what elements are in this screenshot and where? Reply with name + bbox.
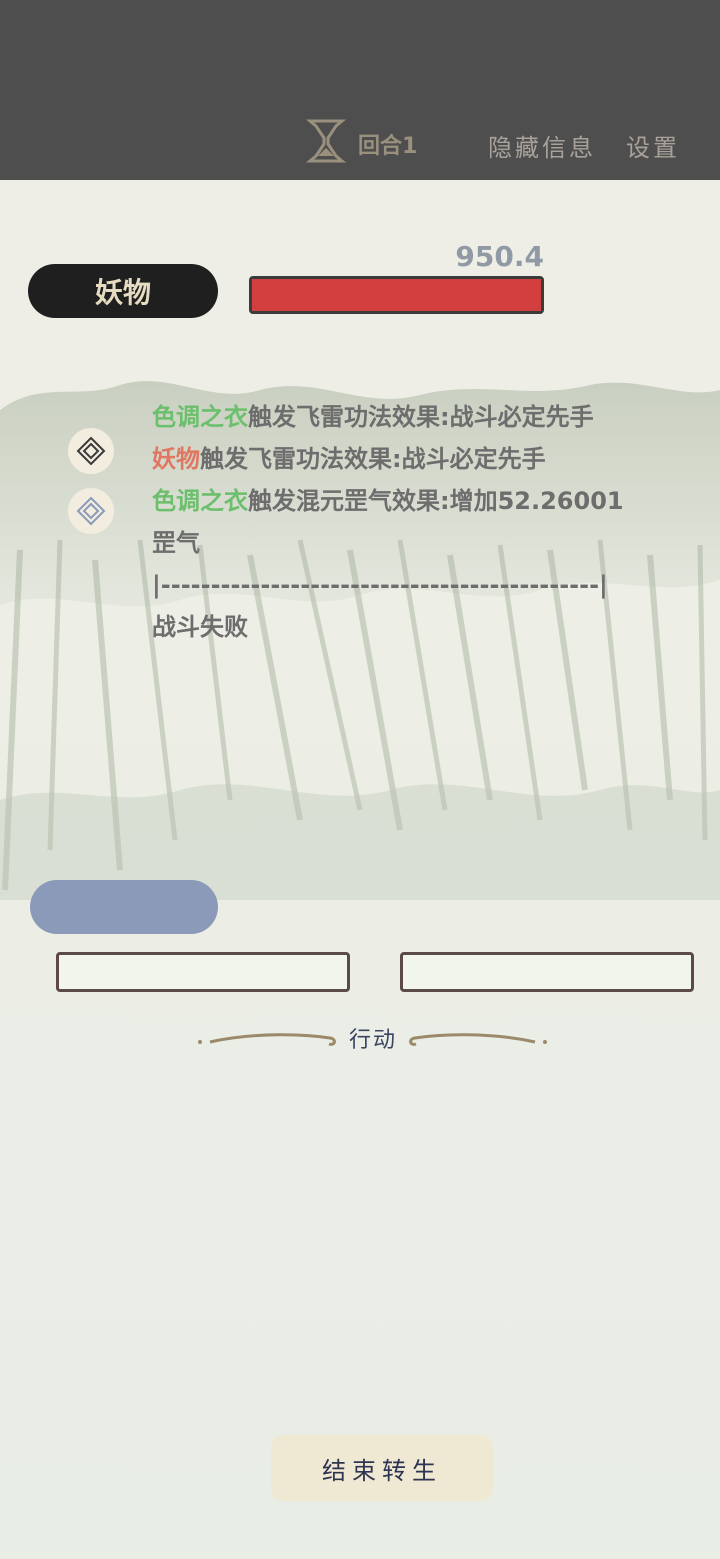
log-line: 罡气 [152,522,692,564]
player-name-pill[interactable] [30,880,218,934]
buff-icon-1[interactable] [68,428,114,474]
buff-icon-2[interactable] [68,488,114,534]
enemy-name: 妖物 [94,276,151,309]
log-segment: 战斗失败 [152,613,248,641]
log-line: 色调之衣触发飞雷功法效果:战斗必定先手 [152,396,692,438]
log-segment: 色调之衣 [152,487,248,515]
round-counter: 回合1 [358,134,418,159]
log-line: 战斗失败 [152,606,692,648]
player-slot-left [56,952,350,992]
player-slot-right [400,952,694,992]
enemy-hp-value: 950.4 [455,240,544,273]
log-line: |---------------------------------------… [152,564,692,606]
log-segment: 妖物 [152,445,200,473]
enemy-name-pill[interactable]: 妖物 [28,264,218,318]
log-segment: |---------------------------------------… [152,571,608,599]
log-segment: 触发飞雷功法效果:战斗必定先手 [248,403,594,431]
end-rebirth-button[interactable]: 结束转生 [271,1435,493,1501]
log-segment: 触发混元罡气效果:增加52.26001 [248,487,624,515]
diamond-icon [76,436,106,466]
diamond-icon [76,496,106,526]
top-bar: 回合1 隐藏信息 设置 [0,0,720,180]
hourglass-icon [306,119,346,163]
battle-log: 色调之衣触发飞雷功法效果:战斗必定先手 妖物触发飞雷功法效果:战斗必定先手 色调之衣… [152,396,692,648]
action-section-label: 行动 [348,1028,397,1053]
log-segment: 色调之衣 [152,403,248,431]
end-rebirth-label: 结束转生 [322,1456,442,1485]
settings-button[interactable]: 设置 [626,128,680,163]
enemy-hp-bar [249,276,544,314]
log-line: 妖物触发飞雷功法效果:战斗必定先手 [152,438,692,480]
log-segment: 触发飞雷功法效果:战斗必定先手 [200,445,546,473]
log-line: 色调之衣触发混元罡气效果:增加52.26001 [152,480,692,522]
enemy-hp-fill [252,279,541,311]
log-segment: 罡气 [152,529,200,557]
hide-info-button[interactable]: 隐藏信息 [488,128,596,163]
